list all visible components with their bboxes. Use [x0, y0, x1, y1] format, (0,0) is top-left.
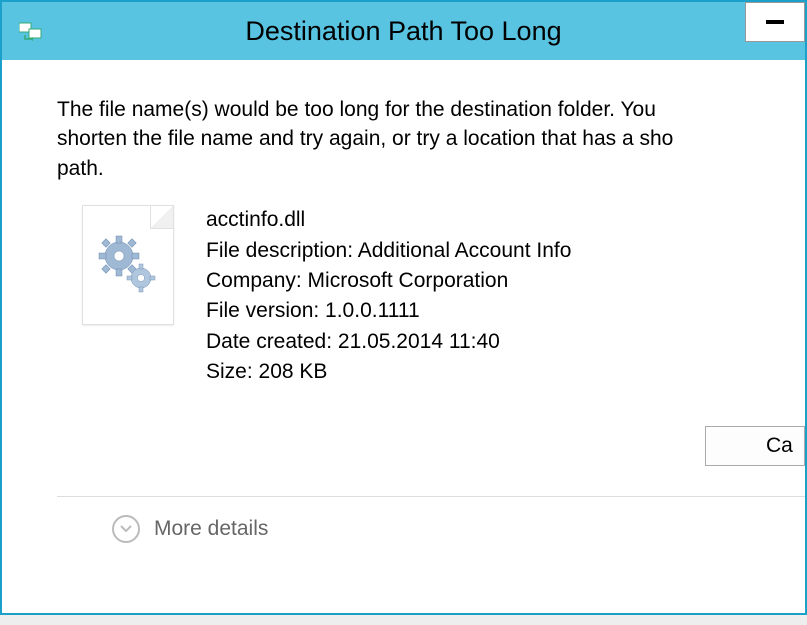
chevron-down-icon: [112, 515, 140, 543]
file-transfer-icon: [17, 17, 45, 45]
error-message: The file name(s) would be too long for t…: [57, 95, 805, 183]
title-bar[interactable]: Destination Path Too Long: [2, 2, 805, 60]
cancel-button[interactable]: Ca: [705, 426, 805, 466]
dialog-body: The file name(s) would be too long for t…: [2, 60, 805, 613]
file-version-label: File version:: [206, 299, 325, 322]
file-date-value: 21.05.2014 11:40: [338, 330, 500, 353]
file-date-row: Date created: 21.05.2014 11:40: [206, 327, 571, 357]
button-row: Ca: [57, 426, 805, 466]
file-description-row: File description: Additional Account Inf…: [206, 236, 571, 266]
dll-file-icon: [82, 205, 174, 325]
file-details: acctinfo.dll File description: Additiona…: [206, 205, 571, 388]
file-company-value: Microsoft Corporation: [308, 269, 509, 292]
minimize-button[interactable]: [745, 2, 805, 42]
message-line: path.: [57, 154, 805, 183]
file-version-value: 1.0.0.1111: [325, 299, 420, 322]
file-description-value: Additional Account Info: [358, 239, 572, 262]
file-company-row: Company: Microsoft Corporation: [206, 266, 571, 296]
file-size-label: Size:: [206, 360, 259, 383]
window-title: Destination Path Too Long: [245, 16, 561, 47]
file-info-block: acctinfo.dll File description: Additiona…: [82, 205, 805, 388]
message-line: shorten the file name and try again, or …: [57, 124, 805, 153]
dialog-footer: More details: [57, 496, 805, 543]
dialog-window: Destination Path Too Long The file name(…: [0, 0, 807, 615]
file-company-label: Company:: [206, 269, 308, 292]
more-details-label: More details: [154, 517, 268, 541]
file-size-value: 208 KB: [259, 360, 328, 383]
file-name: acctinfo.dll: [206, 205, 571, 235]
file-description-label: File description:: [206, 239, 358, 262]
message-line: The file name(s) would be too long for t…: [57, 95, 805, 124]
file-size-row: Size: 208 KB: [206, 357, 571, 387]
gears-icon: [97, 234, 161, 298]
file-version-row: File version: 1.0.0.1111: [206, 296, 571, 326]
more-details-toggle[interactable]: More details: [112, 515, 268, 543]
file-date-label: Date created:: [206, 330, 338, 353]
